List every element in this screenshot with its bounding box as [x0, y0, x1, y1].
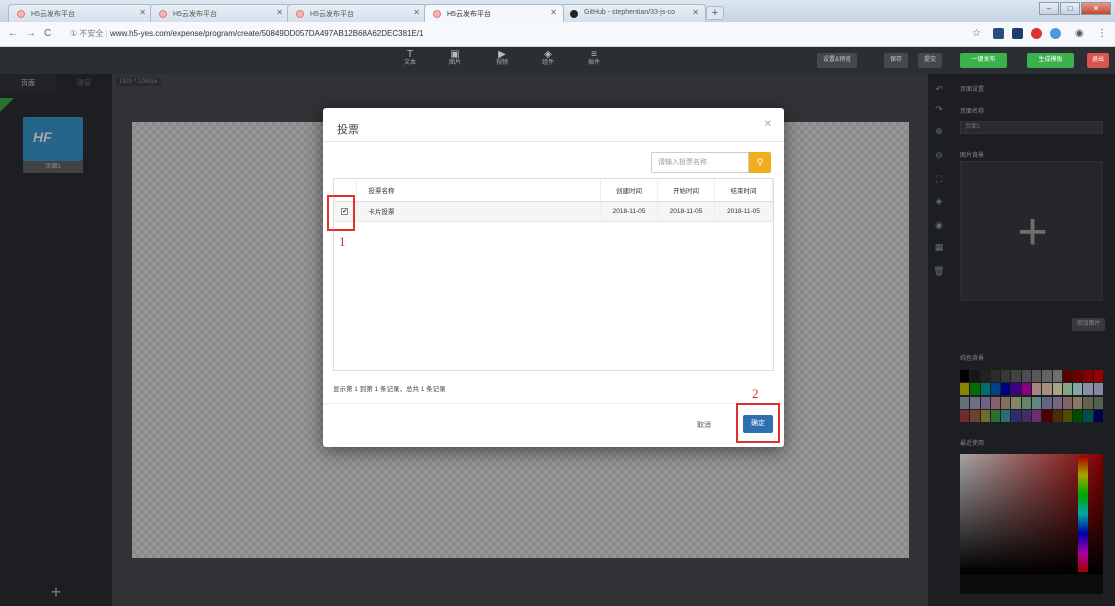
- extension-icon[interactable]: [1050, 28, 1061, 39]
- annotation-box-confirm: [736, 403, 780, 443]
- reload-icon[interactable]: C: [44, 28, 51, 39]
- divider: [323, 141, 784, 142]
- extension-icon[interactable]: [1031, 28, 1042, 39]
- browser-tab[interactable]: H5云发布平台 ✕: [150, 4, 290, 22]
- close-tab-icon[interactable]: ✕: [413, 8, 420, 17]
- bookmark-star-icon[interactable]: ☆: [972, 28, 981, 39]
- editor-toolbar: T 文本 ▣ 图片 ▶ 视频 ◈ 组件 ≡ 插件 设置&预览 保存 提交 一键发…: [0, 47, 1115, 74]
- column-header[interactable]: 创建时间: [600, 179, 658, 202]
- close-icon[interactable]: ✕: [764, 119, 772, 130]
- profile-icon[interactable]: ◉: [1075, 28, 1084, 39]
- browser-tab[interactable]: GitHub - stephentian/33-js-co ✕: [561, 4, 706, 22]
- url-text: www.h5-yes.com/expense/program/create/50…: [109, 29, 424, 38]
- tab-title: H5云发布平台: [447, 11, 491, 18]
- submit-button[interactable]: 提交: [918, 53, 943, 68]
- exit-button[interactable]: 退出: [1087, 53, 1109, 68]
- minimize-button[interactable]: –: [1039, 2, 1059, 15]
- address-bar: ← → C ① 不安全 | www.h5-yes.com/expense/pro…: [0, 22, 1115, 47]
- security-indicator[interactable]: ① 不安全: [70, 29, 103, 38]
- end-cell: 2018-11-05: [714, 201, 773, 222]
- extension-icon[interactable]: [1012, 28, 1023, 39]
- cancel-button[interactable]: 取消: [697, 420, 711, 430]
- divider: [323, 403, 784, 404]
- annotation-box-checkbox: [327, 195, 355, 231]
- tab-title: GitHub - stephentian/33-js-co: [584, 9, 676, 16]
- close-tab-icon[interactable]: ✕: [276, 8, 283, 17]
- image-icon: ▣: [450, 49, 460, 60]
- annotation-label-2: 2: [752, 386, 759, 401]
- tool-label: 插件: [587, 60, 600, 66]
- tool-label: 文本: [403, 60, 416, 66]
- annotation-label-1: 1: [339, 234, 346, 249]
- close-window-button[interactable]: ✕: [1081, 2, 1111, 15]
- tab-title: H5云发布平台: [31, 11, 75, 18]
- close-tab-icon[interactable]: ✕: [550, 8, 557, 17]
- tool-image[interactable]: ▣ 图片: [443, 50, 467, 68]
- pagination-info: 显示第 1 到第 1 条记录，总共 1 条记录: [333, 386, 446, 393]
- maximize-button[interactable]: □: [1060, 2, 1080, 15]
- tool-label: 图片: [448, 60, 461, 66]
- tool-label: 视频: [495, 60, 508, 66]
- browser-tab[interactable]: H5云发布平台 ✕: [287, 4, 427, 22]
- save-button[interactable]: 保存: [884, 53, 909, 68]
- browser-tab-active[interactable]: H5云发布平台 ✕: [424, 4, 564, 22]
- component-icon: ◈: [544, 49, 552, 60]
- column-header[interactable]: 投票名称: [356, 179, 601, 202]
- menu-icon[interactable]: ⋮: [1097, 28, 1107, 39]
- tool-label: 组件: [541, 60, 554, 66]
- vote-search-input[interactable]: 请输入投票名称: [651, 152, 749, 173]
- tool-component[interactable]: ◈ 组件: [536, 50, 560, 68]
- text-icon: T: [406, 49, 414, 60]
- close-tab-icon[interactable]: ✕: [692, 8, 699, 17]
- github-icon: [570, 10, 578, 18]
- plugin-icon: ≡: [591, 49, 597, 60]
- tab-title: H5云发布平台: [310, 11, 354, 18]
- favicon-icon: [17, 10, 25, 18]
- browser-tab-strip: H5云发布平台 ✕ H5云发布平台 ✕ H5云发布平台 ✕ H5云发布平台 ✕ …: [0, 0, 1115, 22]
- tool-text[interactable]: T 文本: [398, 50, 422, 68]
- forward-icon[interactable]: →: [26, 28, 36, 39]
- url-field[interactable]: ① 不安全 | www.h5-yes.com/expense/program/c…: [70, 28, 423, 39]
- start-cell: 2018-11-05: [657, 201, 715, 222]
- dialog-title: 投票: [337, 124, 359, 136]
- vote-table: 投票名称 创建时间 开始时间 结束时间 ✔ 卡片投票 2018-11-05 20…: [333, 178, 774, 371]
- favicon-icon: [159, 10, 167, 18]
- video-icon: ▶: [498, 49, 506, 60]
- search-button[interactable]: ⚲: [749, 152, 771, 173]
- new-tab-button[interactable]: +: [706, 6, 724, 20]
- table-header-row: 投票名称 创建时间 开始时间 结束时间: [334, 179, 773, 202]
- back-icon[interactable]: ←: [8, 28, 18, 39]
- close-tab-icon[interactable]: ✕: [139, 8, 146, 17]
- tab-title: H5云发布平台: [173, 11, 217, 18]
- tool-video[interactable]: ▶ 视频: [490, 50, 514, 68]
- generate-template-button[interactable]: 生成模板: [1027, 53, 1074, 68]
- favicon-icon: [433, 10, 441, 18]
- vote-name-cell: 卡片投票: [356, 201, 601, 222]
- settings-preview-button[interactable]: 设置&预览: [817, 53, 858, 68]
- created-cell: 2018-11-05: [600, 201, 658, 222]
- tool-plugin[interactable]: ≡ 插件: [582, 50, 606, 68]
- vote-dialog: 投票 ✕ 请输入投票名称 ⚲ 投票名称 创建时间 开始时间 结束时间 ✔ 卡片投…: [323, 108, 784, 447]
- browser-tab[interactable]: H5云发布平台 ✕: [8, 4, 153, 22]
- publish-button[interactable]: 一键发布: [960, 53, 1007, 68]
- favicon-icon: [296, 10, 304, 18]
- window-controls: – □ ✕: [1039, 2, 1111, 15]
- column-header[interactable]: 结束时间: [714, 179, 773, 202]
- search-icon: ⚲: [756, 157, 764, 167]
- table-row[interactable]: ✔ 卡片投票 2018-11-05 2018-11-05 2018-11-05: [334, 201, 773, 222]
- column-header[interactable]: 开始时间: [657, 179, 715, 202]
- extension-icon[interactable]: [993, 28, 1004, 39]
